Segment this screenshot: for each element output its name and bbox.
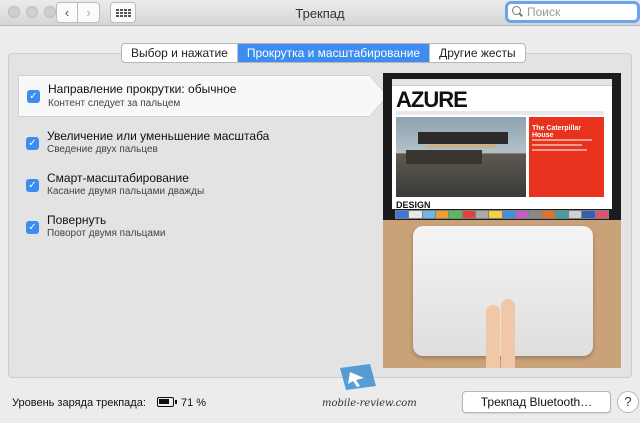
preview-dock: [395, 210, 609, 219]
search-input[interactable]: Поиск: [505, 1, 640, 23]
rotate-checkbox[interactable]: ✓: [26, 221, 39, 234]
tab-point-and-click[interactable]: Выбор и нажатие: [122, 44, 238, 62]
section-heading: DESIGN: [396, 200, 431, 210]
option-title: Повернуть: [47, 213, 107, 227]
battery-label: Уровень заряда трекпада:: [12, 397, 146, 409]
finger-illustration: [486, 305, 500, 368]
battery-icon: [157, 397, 177, 407]
battery-percent: 71 %: [181, 397, 207, 409]
help-button[interactable]: ?: [617, 391, 639, 413]
option-rotate[interactable]: ✓ Повернуть Поворот двумя пальцами: [17, 205, 369, 245]
smart-zoom-checkbox[interactable]: ✓: [26, 179, 39, 192]
option-smart-zoom[interactable]: ✓ Смарт-масштабирование Касание двумя па…: [17, 163, 369, 203]
option-subtitle: Контент следует за пальцем: [48, 98, 181, 109]
option-title: Направление прокрутки: обычное: [48, 82, 237, 96]
tab-scroll-and-zoom[interactable]: Прокрутка и масштабирование: [237, 44, 431, 62]
search-placeholder: Поиск: [527, 5, 561, 19]
finger-illustration: [501, 299, 515, 368]
watermark-text: mobile-review.com: [322, 398, 417, 409]
preview-screen: AZURE The Caterpillar House DESIGN: [383, 73, 621, 220]
site-nav: [396, 111, 604, 115]
option-title: Увеличение или уменьшение масштаба: [47, 129, 270, 143]
option-subtitle: Касание двумя пальцами дважды: [47, 186, 205, 197]
title-bar: ‹ › Трекпад Поиск: [0, 0, 640, 26]
option-subtitle: Сведение двух пальцев: [47, 144, 158, 155]
tab-bar: Выбор и нажатие Прокрутка и масштабирова…: [121, 43, 526, 63]
hero-photo: [396, 117, 526, 197]
tab-more-gestures[interactable]: Другие жесты: [430, 44, 525, 62]
article-card: The Caterpillar House: [529, 117, 604, 197]
preview-browser: AZURE The Caterpillar House DESIGN: [392, 79, 612, 210]
option-zoom[interactable]: ✓ Увеличение или уменьшение масштаба Све…: [17, 121, 369, 161]
option-subtitle: Поворот двумя пальцами: [47, 228, 166, 239]
option-title: Смарт-масштабирование: [47, 171, 189, 185]
bluetooth-trackpad-button[interactable]: Трекпад Bluetooth…: [462, 391, 611, 413]
zoom-checkbox[interactable]: ✓: [26, 137, 39, 150]
browser-bar: [392, 79, 612, 86]
watermark-logo: [340, 364, 376, 390]
article-title: The Caterpillar House: [532, 125, 582, 139]
option-scroll-direction[interactable]: ✓ Направление прокрутки: обычное Контент…: [18, 75, 370, 117]
search-icon: [512, 6, 524, 18]
site-logo: AZURE: [396, 87, 468, 112]
gesture-preview-video: AZURE The Caterpillar House DESIGN: [383, 73, 621, 368]
scroll-direction-checkbox[interactable]: ✓: [27, 90, 40, 103]
